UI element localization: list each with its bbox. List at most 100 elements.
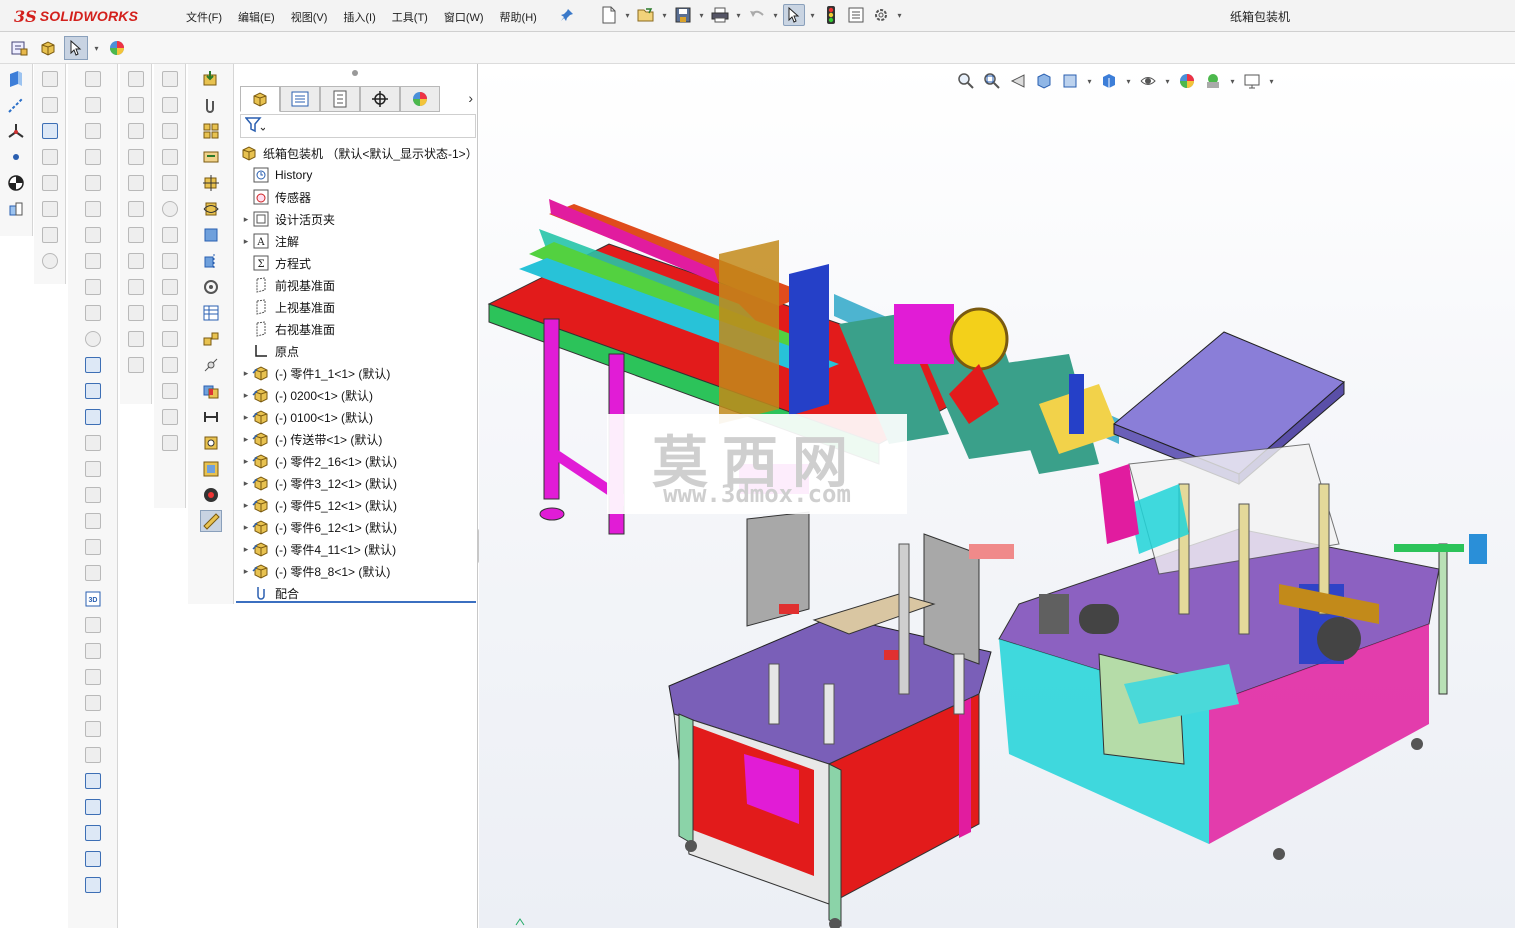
show-hidden-components-icon[interactable] xyxy=(200,198,222,220)
filter-funnel-icon[interactable] xyxy=(244,116,266,136)
stretch-entities-icon[interactable] xyxy=(159,276,181,298)
undo-icon[interactable] xyxy=(746,4,768,26)
move-face-icon[interactable] xyxy=(82,562,104,584)
tree-item[interactable]: ▸ (-) 零件5_12<1> (默认) xyxy=(236,494,478,516)
edit-appearance-icon[interactable] xyxy=(1176,70,1198,92)
file-properties-icon[interactable] xyxy=(845,4,867,26)
boundary-icon[interactable] xyxy=(82,172,104,194)
linear-pattern-icon[interactable] xyxy=(159,146,181,168)
view-settings-icon[interactable] xyxy=(1241,70,1263,92)
save-dropdown-icon[interactable]: ▾ xyxy=(697,4,706,26)
polygon-icon[interactable] xyxy=(125,198,147,220)
coordinate-system-icon[interactable] xyxy=(5,120,27,142)
helix-icon[interactable] xyxy=(82,666,104,688)
view-cube-icon[interactable] xyxy=(82,848,104,870)
expand-arrow-icon[interactable]: ▸ xyxy=(240,236,252,247)
circle-icon[interactable] xyxy=(125,120,147,142)
exploded-view-icon[interactable] xyxy=(82,432,104,454)
tree-item[interactable]: History xyxy=(236,164,478,186)
convert-entities-icon[interactable] xyxy=(125,354,147,376)
section-view-icon[interactable] xyxy=(82,380,104,402)
pin-menu-icon[interactable] xyxy=(560,8,574,22)
plane-tool-icon[interactable] xyxy=(82,874,104,896)
options-dropdown-icon[interactable]: ▾ xyxy=(895,4,904,26)
component-icon[interactable] xyxy=(36,36,60,60)
expand-arrow-icon[interactable]: ▸ xyxy=(240,478,252,489)
tree-item[interactable]: ▸ (-) 0200<1> (默认) xyxy=(236,384,478,406)
tree-root-assembly[interactable]: 纸箱包装机 （默认<默认_显示状态-1>） xyxy=(236,142,478,164)
relations-icon[interactable] xyxy=(159,94,181,116)
tree-item[interactable]: Σ 方程式 xyxy=(236,252,478,274)
tab-display-manager[interactable] xyxy=(400,86,440,112)
surface-finish-icon[interactable] xyxy=(39,172,61,194)
move-component-icon[interactable] xyxy=(200,172,222,194)
expand-arrow-icon[interactable]: ▸ xyxy=(240,412,252,423)
rectangle-icon[interactable] xyxy=(125,94,147,116)
tree-item[interactable]: ▸ (-) 零件4_11<1> (默认) xyxy=(236,538,478,560)
menu-view[interactable]: 视图(V) xyxy=(283,6,336,28)
fillet-sketch-icon[interactable] xyxy=(125,276,147,298)
autoballoon-icon[interactable] xyxy=(39,120,61,142)
mate-icon[interactable] xyxy=(200,94,222,116)
ellipse-icon[interactable] xyxy=(125,250,147,272)
copy-entities-icon[interactable] xyxy=(159,250,181,272)
insert-components-icon[interactable] xyxy=(200,68,222,90)
display-style-dropdown-icon[interactable]: ▾ xyxy=(1163,70,1172,92)
open-dropdown-icon[interactable]: ▾ xyxy=(660,4,669,26)
shell-icon[interactable] xyxy=(82,302,104,324)
mate-reference-icon[interactable] xyxy=(5,198,27,220)
undo-dropdown-icon[interactable]: ▾ xyxy=(771,4,780,26)
reference-geometry-icon[interactable] xyxy=(82,640,104,662)
expand-arrow-icon[interactable]: ▸ xyxy=(240,214,252,225)
tab-property-manager[interactable] xyxy=(280,86,320,112)
repair-sketch-icon[interactable] xyxy=(159,302,181,324)
axis-icon[interactable] xyxy=(5,94,27,116)
datum-icon[interactable] xyxy=(39,224,61,246)
reference-geometry-assembly-icon[interactable] xyxy=(200,250,222,272)
3d-sketch-icon[interactable]: 3D xyxy=(82,588,104,610)
arc-icon[interactable] xyxy=(125,146,147,168)
draft-icon[interactable] xyxy=(82,276,104,298)
open-folder-icon[interactable] xyxy=(635,4,657,26)
menu-insert[interactable]: 插入(I) xyxy=(335,6,383,28)
hole-alignment-icon[interactable] xyxy=(200,432,222,454)
hole-callout-icon[interactable] xyxy=(39,250,61,272)
menu-edit[interactable]: 编辑(E) xyxy=(230,6,283,28)
scene-dropdown-icon[interactable]: ▾ xyxy=(1228,70,1237,92)
sweep-icon[interactable] xyxy=(82,120,104,142)
rotate-entities-icon[interactable] xyxy=(159,198,181,220)
performance-evaluation-icon[interactable] xyxy=(200,484,222,506)
measure-ruler-icon[interactable] xyxy=(199,510,222,532)
bill-of-materials-icon[interactable] xyxy=(200,302,222,324)
view-orientation-hud-icon[interactable] xyxy=(1098,70,1120,92)
flex-icon[interactable] xyxy=(82,354,104,376)
rapid-sketch-icon[interactable] xyxy=(159,354,181,376)
view-settings-dropdown-icon[interactable]: ▾ xyxy=(1267,70,1276,92)
rib-icon[interactable] xyxy=(82,250,104,272)
slot-icon[interactable] xyxy=(125,172,147,194)
smart-fasteners-icon[interactable] xyxy=(200,146,222,168)
exploded-view-assembly-icon[interactable] xyxy=(200,328,222,350)
interference-detection-icon[interactable] xyxy=(200,380,222,402)
options-gear-icon[interactable] xyxy=(870,4,892,26)
curves-icon[interactable] xyxy=(82,614,104,636)
dynamic-annotation-icon[interactable] xyxy=(1059,70,1081,92)
select-arrow-icon[interactable] xyxy=(64,36,88,60)
spline-icon[interactable] xyxy=(125,224,147,246)
move-entities-icon[interactable] xyxy=(159,172,181,194)
measure-icon[interactable] xyxy=(82,770,104,792)
appearance-icon[interactable] xyxy=(82,822,104,844)
graphics-area[interactable]: ▾ ▾ ▾ ▾ ▾ 莫西网 www.3dmox.com xyxy=(479,64,1515,928)
tab-feature-manager[interactable] xyxy=(240,86,280,112)
menu-file[interactable]: 文件(F) xyxy=(178,6,230,28)
point-icon[interactable] xyxy=(5,146,27,168)
tree-item[interactable]: ▸ (-) 零件6_12<1> (默认) xyxy=(236,516,478,538)
menu-tools[interactable]: 工具(T) xyxy=(384,6,436,28)
expand-arrow-icon[interactable]: ▸ xyxy=(240,522,252,533)
tree-item[interactable]: ▸ (-) 零件2_16<1> (默认) xyxy=(236,450,478,472)
text-tool-icon[interactable] xyxy=(39,68,61,90)
line-icon[interactable] xyxy=(125,68,147,90)
wrap-icon[interactable] xyxy=(82,692,104,714)
rebuild-traffic-light-icon[interactable] xyxy=(820,4,842,26)
trim-icon[interactable] xyxy=(125,328,147,350)
